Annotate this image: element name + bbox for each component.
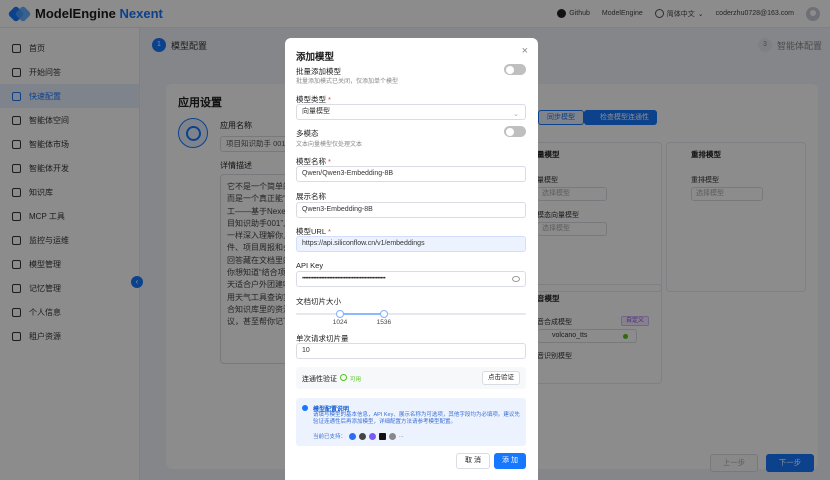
- chevron-down-icon: ⌄: [513, 111, 519, 118]
- display-name-input[interactable]: Qwen3-Embedding-8B: [296, 202, 526, 218]
- model-name-text: 模型名称: [296, 157, 326, 166]
- connectivity-status: 可用: [350, 377, 362, 383]
- model-url-input[interactable]: https://api.siliconflow.cn/v1/embeddings: [296, 236, 526, 252]
- model-type-text: 模型类型: [296, 95, 326, 104]
- provider-jina-icon: [379, 432, 387, 440]
- verify-button[interactable]: 点击验证: [482, 371, 520, 385]
- model-type-select[interactable]: 向量模型 ⌄: [296, 104, 526, 120]
- info-text: 请填写模型的基本信息，API Key、展示名称为可选项，其他字段均为必填项。建议…: [313, 412, 520, 425]
- add-button[interactable]: 添 加: [494, 453, 526, 469]
- provider-siliconflow-icon: [349, 432, 357, 440]
- more-providers: ...: [399, 433, 404, 439]
- model-name-input[interactable]: Qwen/Qwen3-Embedding-8B: [296, 166, 526, 182]
- model-url-text: 模型URL: [296, 227, 327, 236]
- chunk-min-value: 1024: [332, 319, 348, 326]
- display-name-label: 展示名称: [296, 192, 326, 201]
- chunk-max-value: 1536: [376, 319, 392, 326]
- required-mark: *: [328, 157, 331, 166]
- check-circle-icon: [340, 374, 347, 381]
- chunk-min-handle[interactable]: [335, 310, 344, 318]
- api-key-label: API Key: [296, 261, 324, 270]
- config-info-box: 模型配置说明 请填写模型的基本信息，API Key、展示名称为可选项，其他字段均…: [296, 398, 526, 446]
- model-type-value: 向量模型: [302, 108, 330, 115]
- connectivity-test-row: 连通性验证 可用 点击验证: [296, 367, 526, 389]
- info-icon: [302, 405, 308, 411]
- api-key-input[interactable]: ••••••••••••••••••••••••••••••••••••••••…: [296, 271, 526, 287]
- provider-deepseek-icon: [389, 432, 397, 440]
- add-model-dialog: 添加模型 × 批量添加模型 批量添加模式已关闭，仅添加单个模型 模型类型 * 向量…: [285, 38, 538, 480]
- providers-label: 当前已支持：: [313, 434, 347, 440]
- dialog-title: 添加模型: [296, 52, 335, 63]
- chunk-max-handle[interactable]: [379, 310, 388, 318]
- supported-providers: 当前已支持： ...: [313, 432, 404, 440]
- connectivity-label: 连通性验证: [302, 376, 337, 383]
- chunk-size-range-fill: [339, 313, 384, 315]
- multimodal-help: 文本向量模型仅处理文本: [296, 142, 363, 148]
- multimodal-label: 多模态: [296, 129, 319, 138]
- required-mark: *: [328, 95, 331, 104]
- batch-size-input[interactable]: 10: [296, 343, 526, 359]
- api-key-value: ••••••••••••••••••••••••••••••••••••••••…: [302, 276, 386, 282]
- chunk-size-slider[interactable]: [296, 310, 526, 318]
- provider-qwen-icon: [369, 432, 377, 440]
- close-icon[interactable]: ×: [522, 45, 528, 57]
- multimodal-toggle[interactable]: [504, 126, 526, 137]
- eye-icon[interactable]: [512, 276, 520, 282]
- provider-openai-icon: [359, 432, 367, 440]
- chunk-size-label: 文档切片大小: [296, 297, 341, 306]
- batch-add-help: 批量添加模式已关闭，仅添加单个模型: [296, 79, 399, 85]
- cancel-button[interactable]: 取 消: [456, 453, 490, 469]
- required-mark: *: [328, 227, 331, 236]
- batch-add-toggle[interactable]: [504, 64, 526, 75]
